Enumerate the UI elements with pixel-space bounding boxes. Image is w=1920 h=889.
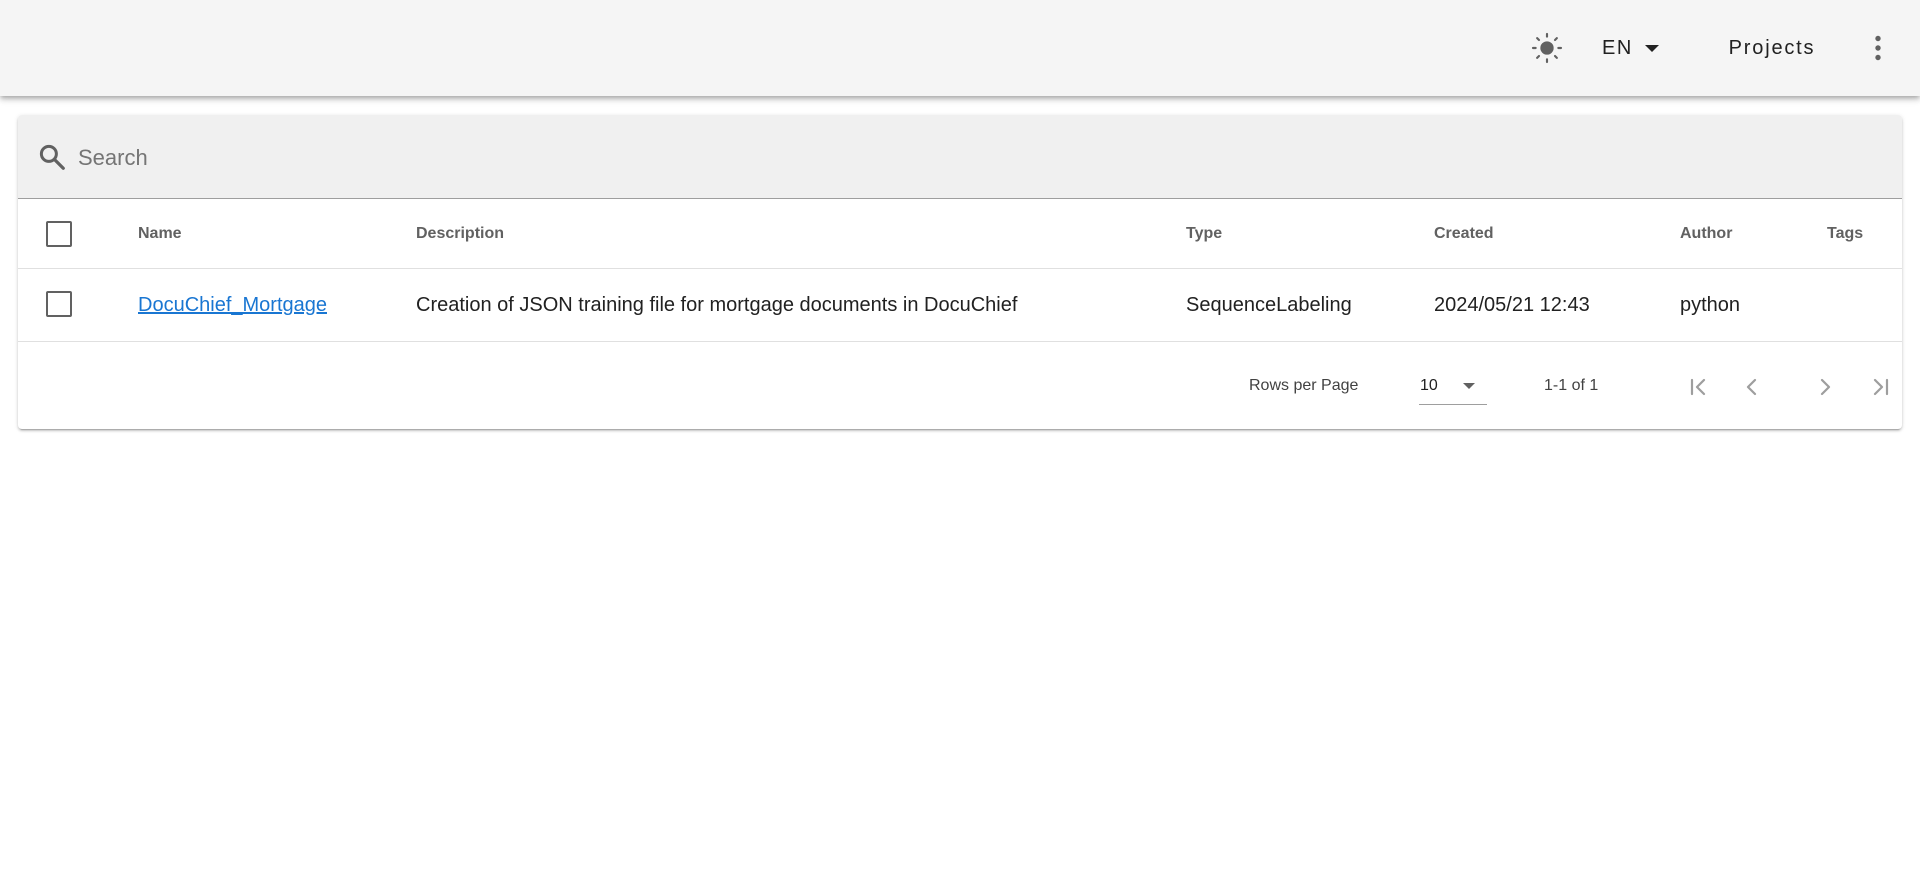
table-header: Name Description Type Created Author Tag… [18,200,1902,269]
column-header-description[interactable]: Description [416,200,504,268]
row-checkbox[interactable] [46,291,72,317]
column-header-tags[interactable]: Tags [1827,200,1863,268]
column-header-name[interactable]: Name [138,200,182,268]
caret-down-icon [1463,383,1475,389]
project-name-link[interactable]: DocuChief_Mortgage [138,294,327,316]
project-name-cell: DocuChief_Mortgage [138,269,327,341]
column-header-type[interactable]: Type [1186,200,1222,268]
chevron-left-icon [1746,378,1757,396]
search-bar [18,115,1902,199]
first-page-button[interactable] [1679,367,1719,407]
search-icon [39,144,65,170]
rows-per-page-select[interactable]: 10 [1419,368,1487,405]
sun-icon [1531,32,1563,64]
first-page-icon [1690,378,1706,396]
dots-vertical-icon [1875,35,1881,61]
rows-per-page-label: Rows per Page [1249,377,1359,394]
search-input[interactable] [76,137,1860,179]
pagination-range: 1-1 of 1 [1544,377,1599,394]
app-bar: EN Projects [0,0,1920,96]
theme-toggle-button[interactable] [1527,28,1567,68]
next-page-button[interactable] [1805,367,1845,407]
select-all-checkbox[interactable] [46,221,72,247]
column-header-created[interactable]: Created [1434,200,1494,268]
project-author-cell: python [1680,294,1741,316]
chevron-right-icon [1820,378,1831,396]
previous-page-button[interactable] [1732,367,1772,407]
column-header-author[interactable]: Author [1680,200,1732,268]
projects-table-card: Name Description Type Created Author Tag… [18,115,1902,429]
last-page-button[interactable] [1860,367,1900,407]
project-type-cell: SequenceLabeling [1186,294,1352,316]
language-menu-button[interactable]: EN [1602,28,1659,68]
rows-per-page-value: 10 [1420,377,1438,394]
project-description-cell: Creation of JSON training file for mortg… [416,294,1018,316]
more-menu-button[interactable] [1860,28,1896,68]
project-created-cell: 2024/05/21 12:43 [1434,294,1590,316]
table-row[interactable]: DocuChief_Mortgage Creation of JSON trai… [18,269,1902,342]
last-page-icon [1873,378,1889,396]
caret-down-icon [1644,44,1659,52]
table-footer: Rows per Page 10 1-1 of 1 [18,342,1902,429]
projects-button[interactable]: Projects [1712,28,1832,68]
language-label: EN [1602,36,1633,59]
projects-label: Projects [1728,36,1816,59]
